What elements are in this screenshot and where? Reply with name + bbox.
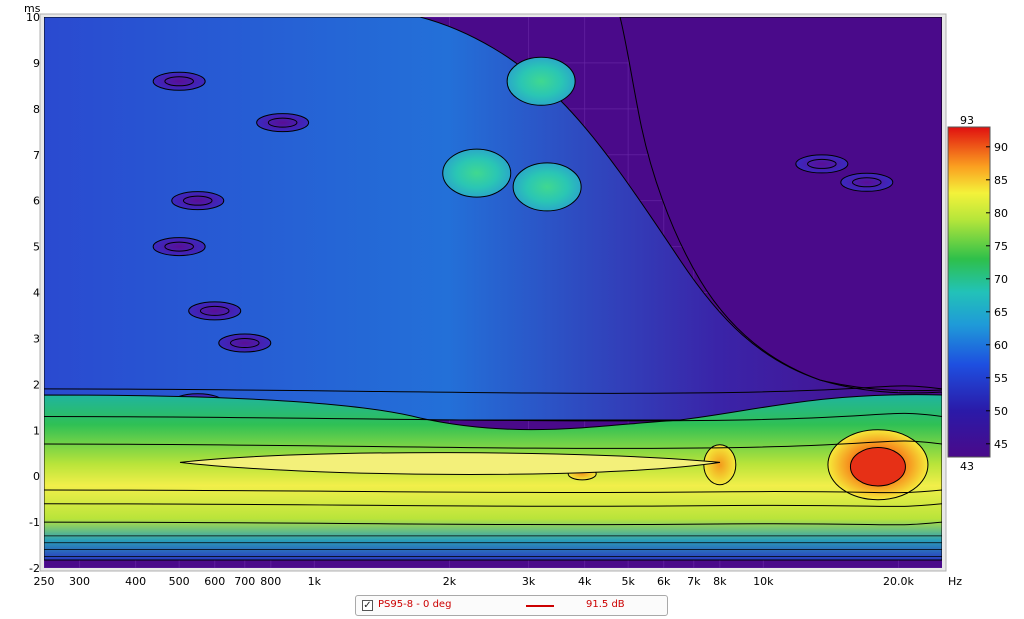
x-tick-label: 2k (443, 575, 457, 588)
y-tick-label: 6 (33, 195, 40, 208)
y-tick-label: 1 (33, 424, 40, 437)
colorbar (947, 126, 991, 458)
x-tick-label: 6k (657, 575, 671, 588)
y-tick-label: 9 (33, 57, 40, 70)
x-axis-ticks: 250 300 400 500 600 700 800 1k 2k 3k 4k 5k 6k 7k 8k 10k… (34, 575, 915, 588)
colorbar-tick-label: 55 (994, 372, 1008, 385)
x-tick-label: 3k (522, 575, 536, 588)
x-tick-label: 500 (169, 575, 190, 588)
y-tick-label: 7 (33, 149, 40, 162)
y-tick-label: -2 (29, 562, 40, 575)
cyan-island (506, 56, 576, 106)
y-tick-label: 3 (33, 332, 40, 345)
x-tick-label: 8k (713, 575, 727, 588)
x-tick-label: 20.0k (883, 575, 914, 588)
legend-checkbox[interactable]: ✓ (362, 600, 373, 611)
purple-island (218, 333, 272, 353)
purple-island (256, 113, 310, 133)
y-tick-label: 0 (33, 470, 40, 483)
x-tick-label: 10k (753, 575, 774, 588)
y-tick-label: 8 (33, 103, 40, 116)
y-tick-label: 4 (33, 287, 40, 300)
colorbar-tick-label: 70 (994, 273, 1008, 286)
spectrogram-chart: 250 300 400 500 600 700 800 1k 2k 3k 4k 5k 6k 7k 8k 10k… (24, 2, 1008, 588)
purple-island (171, 191, 225, 211)
colorbar-max-label: 93 (960, 114, 974, 127)
purple-island (152, 237, 206, 257)
y-axis-ticks: -2-1012345678910 (26, 11, 40, 575)
x-tick-label: 1k (308, 575, 322, 588)
x-tick-label: 800 (260, 575, 281, 588)
y-tick-label: -1 (29, 516, 40, 529)
y-tick-label: 2 (33, 378, 40, 391)
purple-island (188, 301, 242, 321)
x-tick-label: 250 (34, 575, 55, 588)
colorbar-tick-label: 90 (994, 141, 1008, 154)
hotspot (703, 444, 737, 486)
colorbar-tick-label: 60 (994, 339, 1008, 352)
y-axis-unit: ms (24, 2, 41, 15)
colorbar-min-label: 43 (960, 460, 974, 473)
purple-island (840, 172, 894, 192)
x-tick-label: 5k (621, 575, 635, 588)
cyan-island (512, 162, 582, 212)
legend-series-name: PS95-8 - 0 deg (378, 599, 452, 610)
x-tick-label: 4k (578, 575, 592, 588)
x-tick-label: 700 (234, 575, 255, 588)
colorbar-tick-label: 80 (994, 207, 1008, 220)
legend: ✓ PS95-8 - 0 deg 91.5 dB (355, 595, 668, 616)
purple-island (795, 154, 849, 174)
colorbar-tick-label: 65 (994, 306, 1008, 319)
x-tick-label: 400 (125, 575, 146, 588)
legend-series-value: 91.5 dB (586, 599, 625, 610)
purple-island (152, 71, 206, 91)
x-tick-label: 300 (69, 575, 90, 588)
x-tick-label: 600 (204, 575, 225, 588)
x-axis-unit: Hz (948, 575, 962, 588)
y-tick-label: 5 (33, 241, 40, 254)
colorbar-tick-label: 75 (994, 240, 1008, 253)
plot-area (44, 17, 942, 568)
legend-series-swatch (526, 605, 554, 607)
hotspot-core (849, 446, 906, 487)
cyan-island (442, 148, 512, 198)
x-tick-label: 7k (687, 575, 701, 588)
colorbar-tick-label: 85 (994, 174, 1008, 187)
colorbar-tick-label: 50 (994, 405, 1008, 418)
colorbar-tick-label: 45 (994, 438, 1008, 451)
